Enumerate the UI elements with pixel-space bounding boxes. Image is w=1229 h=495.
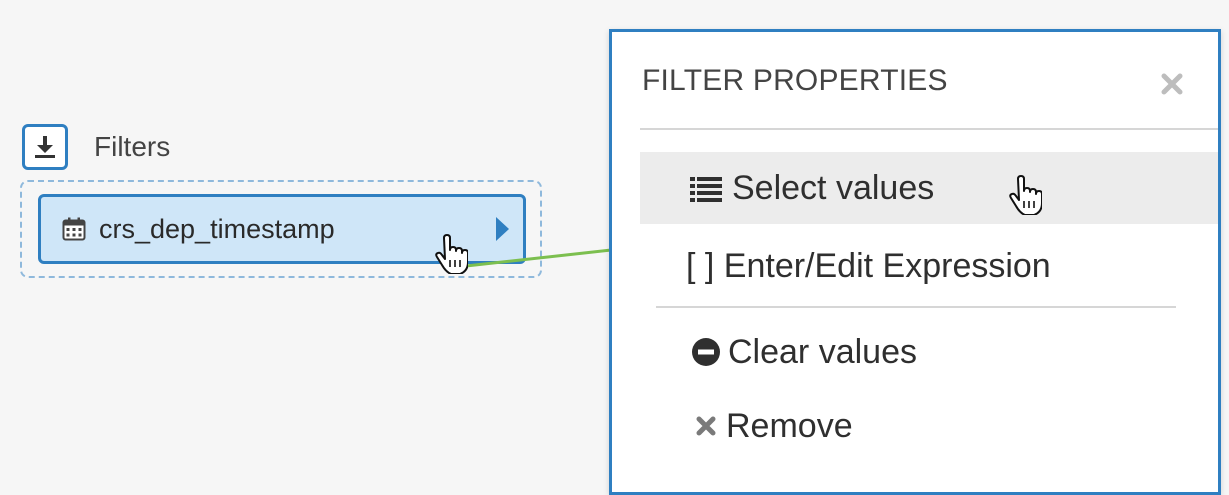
download-button[interactable] [22, 124, 68, 170]
menu-item-clear-values[interactable]: Clear values [640, 316, 1218, 388]
menu-item-label: [ ] Enter/Edit Expression [686, 246, 1051, 285]
panel-title: FILTER PROPERTIES [642, 64, 948, 97]
header-divider [640, 128, 1218, 130]
menu-divider [656, 306, 1176, 308]
close-icon[interactable] [1160, 72, 1184, 96]
menu-item-edit-expression[interactable]: [ ] Enter/Edit Expression [640, 230, 1218, 302]
filters-label: Filters [94, 131, 171, 162]
filters-header: Filters [22, 122, 170, 172]
menu-item-select-values[interactable]: Select values [640, 152, 1218, 224]
panel-header: FILTER PROPERTIES [612, 32, 1218, 130]
filter-pill-label: crs_dep_timestamp [99, 213, 335, 244]
download-icon [35, 136, 55, 158]
list-icon [686, 168, 726, 208]
minus-circle-icon [686, 332, 726, 372]
calendar-icon [59, 214, 89, 244]
menu-item-label: Clear values [728, 332, 917, 371]
menu-item-label: Select values [732, 168, 935, 207]
menu-item-label: Remove [726, 406, 853, 445]
caret-right-icon[interactable] [496, 217, 509, 241]
close-icon [686, 406, 726, 446]
menu-item-remove[interactable]: Remove [640, 390, 1218, 462]
hand-cursor-icon [1009, 175, 1042, 215]
filter-properties-panel: FILTER PROPERTIES Select values [] Ente… [609, 29, 1221, 495]
hand-cursor-icon [435, 234, 468, 274]
